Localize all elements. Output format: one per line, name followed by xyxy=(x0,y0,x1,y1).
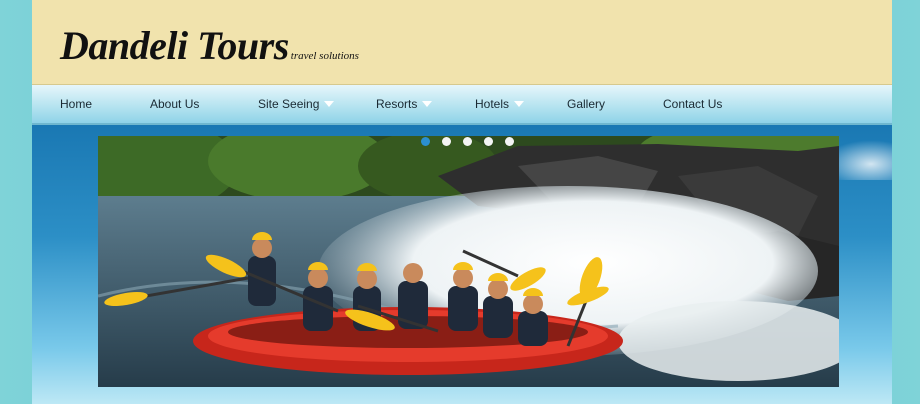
nav-item-contact-us[interactable]: Contact Us xyxy=(663,97,722,111)
nav-item-about-us[interactable]: About Us xyxy=(150,97,199,111)
nav-item-label: Hotels xyxy=(475,97,510,111)
logo-text: Dandeli Tours xyxy=(60,23,289,68)
nav-item-label: Gallery xyxy=(567,97,606,111)
nav-item-hotels[interactable]: Hotels xyxy=(475,97,525,111)
nav-item-label: Contact Us xyxy=(663,97,723,111)
main-nav: Home About Us Site Seeing Resorts Hotels… xyxy=(32,85,892,125)
slider-dot-5[interactable] xyxy=(505,137,514,146)
slider-dot-4[interactable] xyxy=(484,137,493,146)
logo-tagline: travel solutions xyxy=(290,50,359,62)
chevron-down-icon xyxy=(514,101,525,107)
chevron-down-icon xyxy=(324,101,335,107)
hero-slide-image[interactable] xyxy=(98,136,839,387)
nav-item-label: Resorts xyxy=(376,97,418,111)
slider-dot-1[interactable] xyxy=(421,137,430,146)
nav-item-gallery[interactable]: Gallery xyxy=(567,97,605,111)
nav-item-label: About Us xyxy=(150,97,200,111)
site-logo[interactable]: Dandeli Tours travel solutions xyxy=(60,22,359,69)
nav-item-label: Site Seeing xyxy=(258,97,320,111)
slider-dot-3[interactable] xyxy=(463,137,472,146)
nav-item-home[interactable]: Home xyxy=(60,97,92,111)
nav-item-resorts[interactable]: Resorts xyxy=(376,97,433,111)
site-header: Dandeli Tours travel solutions xyxy=(32,0,892,85)
nav-item-label: Home xyxy=(60,97,93,111)
rafting-photo-illustration xyxy=(98,136,839,387)
page-wrapper: Dandeli Tours travel solutions Home About… xyxy=(32,0,892,404)
nav-item-site-seeing[interactable]: Site Seeing xyxy=(258,97,335,111)
chevron-down-icon xyxy=(422,101,433,107)
slider-dot-2[interactable] xyxy=(442,137,451,146)
